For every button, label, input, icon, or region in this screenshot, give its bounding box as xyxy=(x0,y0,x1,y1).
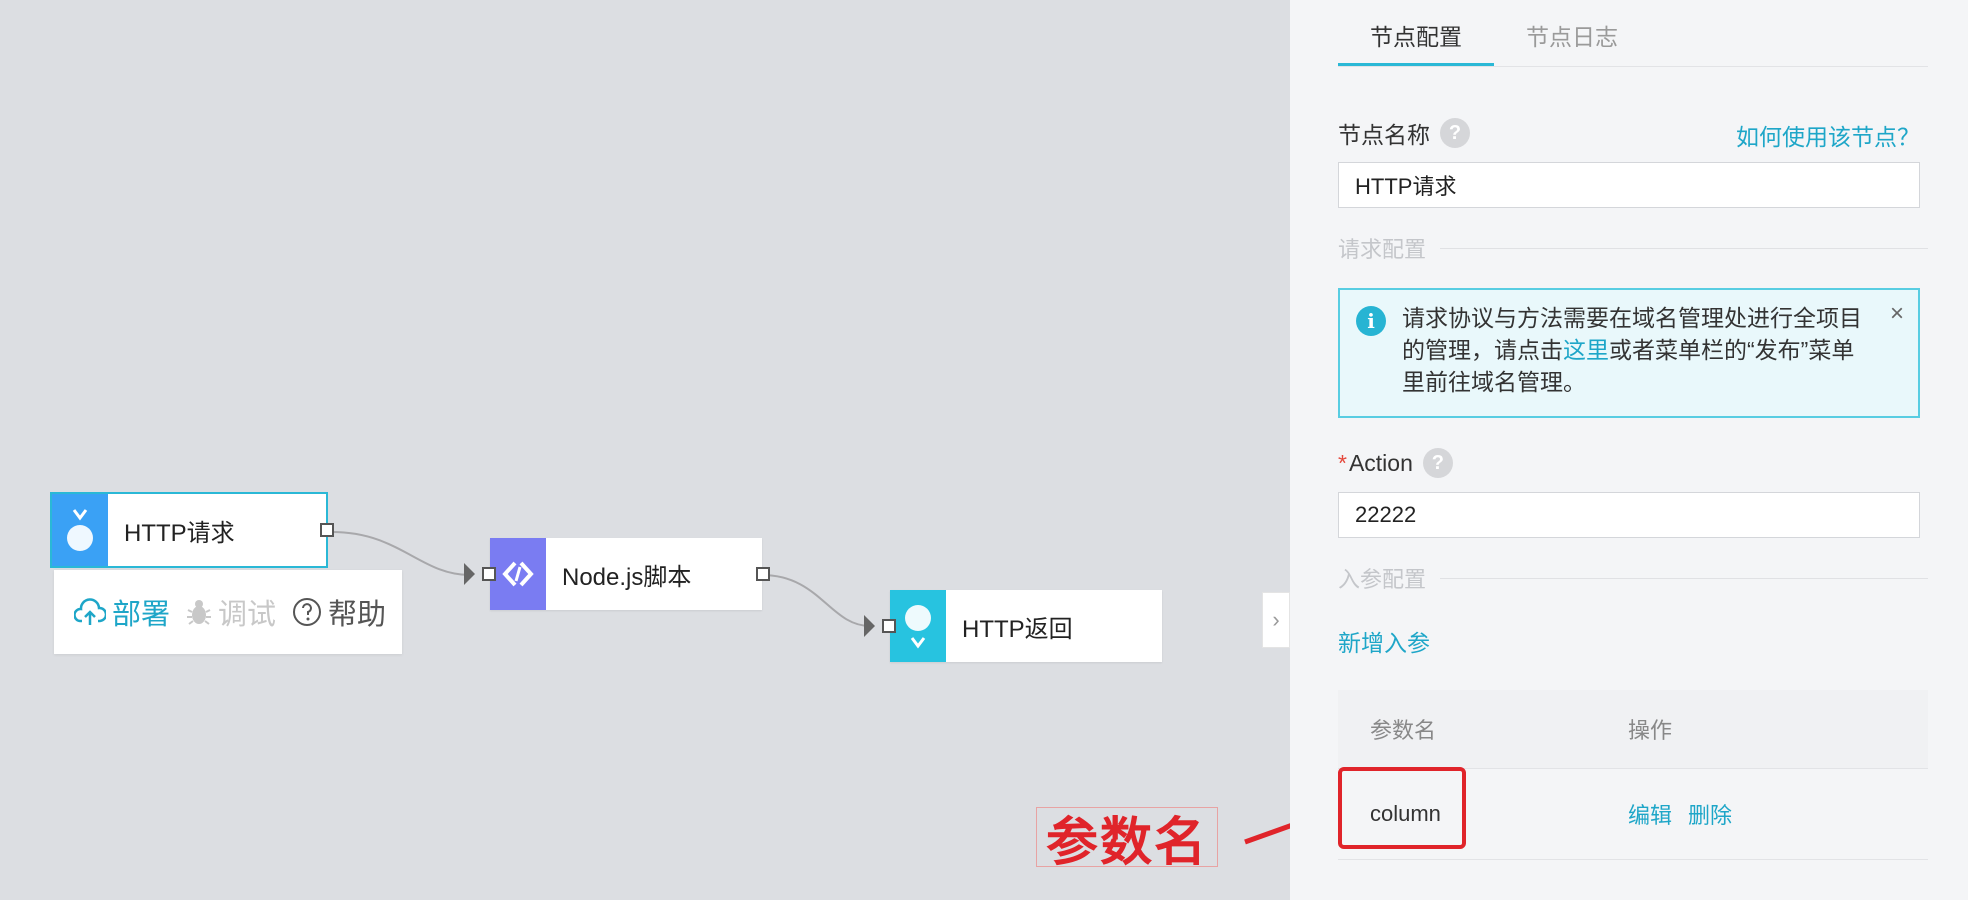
node-label: HTTP请求 xyxy=(124,519,235,547)
tab-node-log[interactable]: 节点日志 xyxy=(1494,0,1650,66)
node-label: HTTP返回 xyxy=(962,615,1073,643)
debug-button[interactable]: 调试 xyxy=(186,591,276,633)
help-tooltip-icon[interactable]: ? xyxy=(1422,448,1453,478)
required-mark: * xyxy=(1338,449,1347,476)
chevron-right-icon: › xyxy=(1272,607,1280,632)
node-label: Node.js脚本 xyxy=(562,563,692,591)
section-divider xyxy=(1440,247,1928,249)
deploy-label: 部署 xyxy=(112,599,171,631)
column-header-actions: 操作 xyxy=(1628,718,1673,743)
action-label: *Action xyxy=(1338,450,1413,477)
section-title: 入参配置 xyxy=(1338,567,1427,592)
section-title: 请求配置 xyxy=(1338,237,1427,262)
node-name-label-row: 节点名称 ? xyxy=(1338,116,1470,150)
input-arrow-icon xyxy=(864,615,875,637)
panel-tabs: 节点配置 节点日志 xyxy=(1338,0,1928,67)
flow-node-nodejs-script[interactable]: Node.js脚本 xyxy=(464,538,770,610)
alert-text: 请求协议与方法需要在域名管理处进行全项目的管理，请点击这里或者菜单栏的“发布”菜… xyxy=(1402,302,1862,398)
help-button[interactable]: 帮助 xyxy=(292,591,386,633)
flow-node-http-request[interactable]: HTTP请求 xyxy=(50,492,334,568)
info-icon: i xyxy=(1356,306,1386,336)
flow-edges xyxy=(331,531,871,627)
flow-canvas[interactable]: HTTP请求 Node.js脚本 HTTP返回 部署 调试 帮助 参数名 › xyxy=(0,0,1328,900)
section-divider xyxy=(1440,577,1928,579)
flow-node-http-response[interactable]: HTTP返回 xyxy=(864,590,1162,662)
column-header-name: 参数名 xyxy=(1370,718,1437,743)
close-icon[interactable]: × xyxy=(1890,300,1904,328)
node-name-value: HTTP请求 xyxy=(1355,174,1457,199)
annotation-label: 参数名 xyxy=(1036,807,1218,872)
delete-button[interactable]: 删除 xyxy=(1688,798,1732,830)
bug-icon xyxy=(187,600,212,625)
input-arrow-icon xyxy=(464,563,475,585)
action-input[interactable]: 22222 xyxy=(1338,492,1920,538)
tab-node-config[interactable]: 节点配置 xyxy=(1338,0,1494,66)
http-response-icon xyxy=(890,590,946,662)
debug-label: 调试 xyxy=(218,599,277,631)
deploy-button[interactable]: 部署 xyxy=(74,591,170,633)
param-name-cell: column xyxy=(1338,767,1628,849)
node-config-panel: 节点配置 节点日志 节点名称 ? 如何使用该节点？ HTTP请求 请求配置 i … xyxy=(1290,0,1968,900)
how-to-use-link[interactable]: 如何使用该节点？ xyxy=(1736,118,1920,152)
panel-collapse-toggle[interactable]: › xyxy=(1262,592,1290,648)
table-header: 参数名 操作 xyxy=(1338,690,1928,769)
edit-button[interactable]: 编辑 xyxy=(1628,798,1672,830)
param-name: column xyxy=(1338,767,1466,849)
input-port[interactable] xyxy=(882,619,896,633)
annotation-highlight-box xyxy=(1338,767,1466,849)
action-label-row: *Action ? xyxy=(1338,448,1453,478)
node-name-label: 节点名称 xyxy=(1338,122,1430,148)
http-request-icon xyxy=(52,494,108,566)
params-config-section: 入参配置 xyxy=(1338,562,1928,594)
action-label-text: Action xyxy=(1348,449,1413,476)
request-config-section: 请求配置 xyxy=(1338,232,1928,264)
input-port[interactable] xyxy=(482,567,496,581)
help-tooltip-icon[interactable]: ? xyxy=(1440,118,1470,148)
table-row: column 编辑 删除 xyxy=(1338,767,1928,860)
node-toolbar: 部署 调试 帮助 xyxy=(54,570,402,654)
code-icon xyxy=(490,538,546,610)
alert-link[interactable]: 这里 xyxy=(1563,337,1609,363)
action-value: 22222 xyxy=(1355,502,1417,527)
row-actions: 编辑 删除 xyxy=(1628,798,1928,830)
question-circle-icon xyxy=(293,598,322,626)
help-label: 帮助 xyxy=(328,599,387,631)
output-port[interactable] xyxy=(320,523,334,537)
node-name-input[interactable]: HTTP请求 xyxy=(1338,162,1920,208)
cloud-upload-icon xyxy=(74,598,106,625)
params-table: 参数名 操作 column 编辑 删除 xyxy=(1338,690,1928,860)
output-port[interactable] xyxy=(756,567,770,581)
add-param-button[interactable]: 新增入参 xyxy=(1338,624,1430,658)
info-alert: i 请求协议与方法需要在域名管理处进行全项目的管理，请点击这里或者菜单栏的“发布… xyxy=(1338,288,1920,418)
